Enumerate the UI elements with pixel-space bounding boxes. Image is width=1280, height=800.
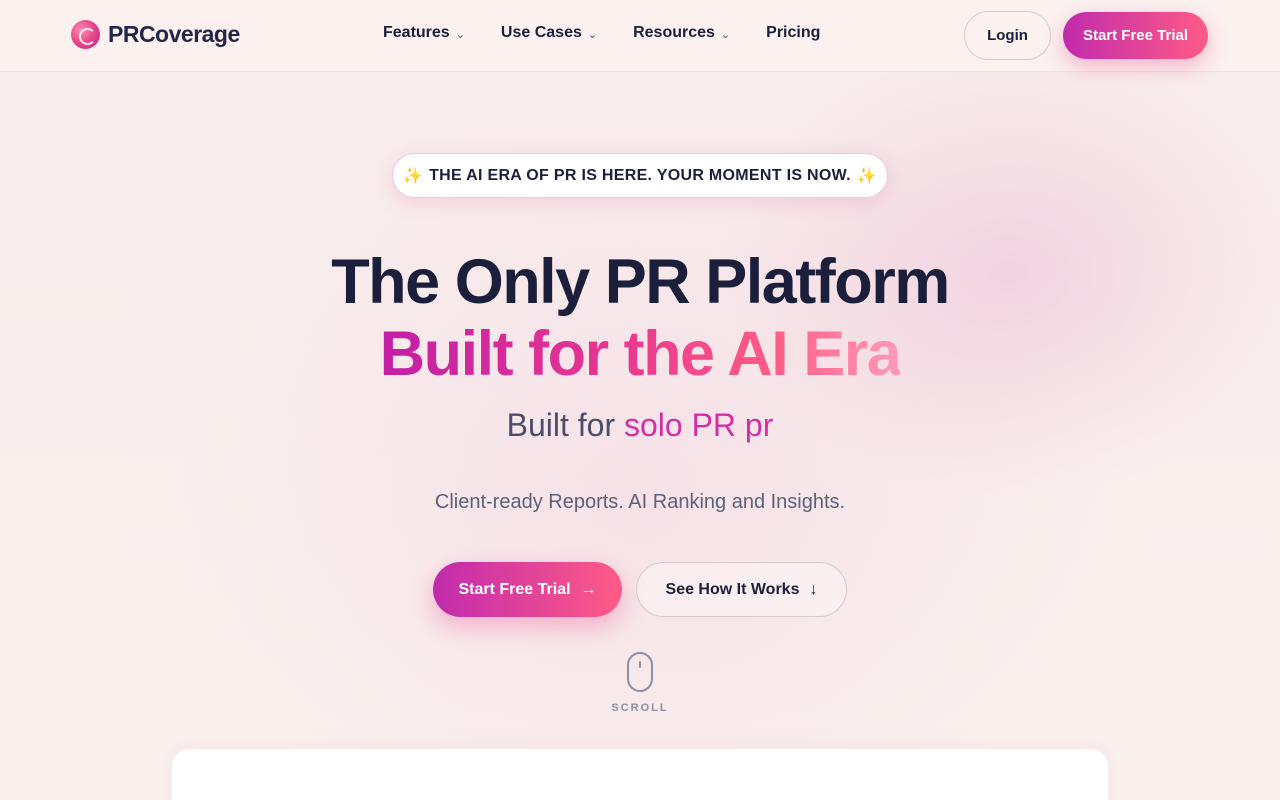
nav-item-label: Features <box>383 24 450 41</box>
scroll-label: SCROLL <box>611 702 669 714</box>
site-header: PRCoverage Features ⌄ Use Cases ⌄ Resour… <box>0 0 1280 72</box>
brand-logo[interactable]: PRCoverage <box>71 20 240 49</box>
nav-item-label: Resources <box>633 24 715 41</box>
hero-title-gradient-text: Built for the AI Era <box>379 319 902 389</box>
sparkles-icon: ✨ <box>402 167 424 185</box>
mouse-scroll-icon[interactable] <box>627 652 653 692</box>
nav-item-label: Pricing <box>766 24 821 41</box>
chevron-down-icon: ⌄ <box>455 28 465 41</box>
arrow-down-icon: ↓ <box>809 580 818 598</box>
start-free-trial-header-button[interactable]: Start Free Trial <box>1063 12 1208 59</box>
start-free-trial-button[interactable]: Start Free Trial → <box>433 562 622 617</box>
announcement-text: THE AI ERA OF PR IS HERE. YOUR MOMENT IS… <box>429 166 851 184</box>
brand-name: PRCoverage <box>108 21 240 47</box>
subtitle-prefix: Built for <box>506 407 616 443</box>
chevron-down-icon: ⌄ <box>587 28 598 41</box>
button-label: Start Free Trial <box>458 580 571 598</box>
arrow-right-icon: → <box>580 580 597 598</box>
chevron-down-icon: ⌄ <box>720 28 731 41</box>
logo-mark-icon <box>71 20 100 49</box>
button-label: See How It Works <box>665 580 800 598</box>
hero-description: Client-ready Reports. AI Ranking and Ins… <box>434 491 846 513</box>
sparkles-icon: ✨ <box>856 167 878 185</box>
see-how-it-works-button[interactable]: See How It Works ↓ <box>636 562 847 617</box>
login-button[interactable]: Login <box>964 11 1051 60</box>
nav-item-label: Use Cases <box>500 24 582 41</box>
nav-item-use-cases[interactable]: Use Cases ⌄ <box>501 24 597 42</box>
nav-item-pricing[interactable]: Pricing <box>766 24 820 42</box>
main-nav: Features ⌄ Use Cases ⌄ Resources ⌄ Prici… <box>383 24 856 42</box>
preview-card <box>172 749 1108 800</box>
subtitle-typing-accent: solo PR pr <box>623 407 774 443</box>
announcement-badge: ✨ THE AI ERA OF PR IS HERE. YOUR MOMENT … <box>392 153 888 198</box>
nav-item-resources[interactable]: Resources ⌄ <box>633 24 730 42</box>
hero-title-line-2: Built for the AI Era <box>0 316 1280 392</box>
nav-item-features[interactable]: Features ⌄ <box>383 24 465 42</box>
hero-subtitle: Built for solo PR pr <box>0 403 1280 447</box>
hero-title-line-1: The Only PR Platform <box>331 247 950 317</box>
